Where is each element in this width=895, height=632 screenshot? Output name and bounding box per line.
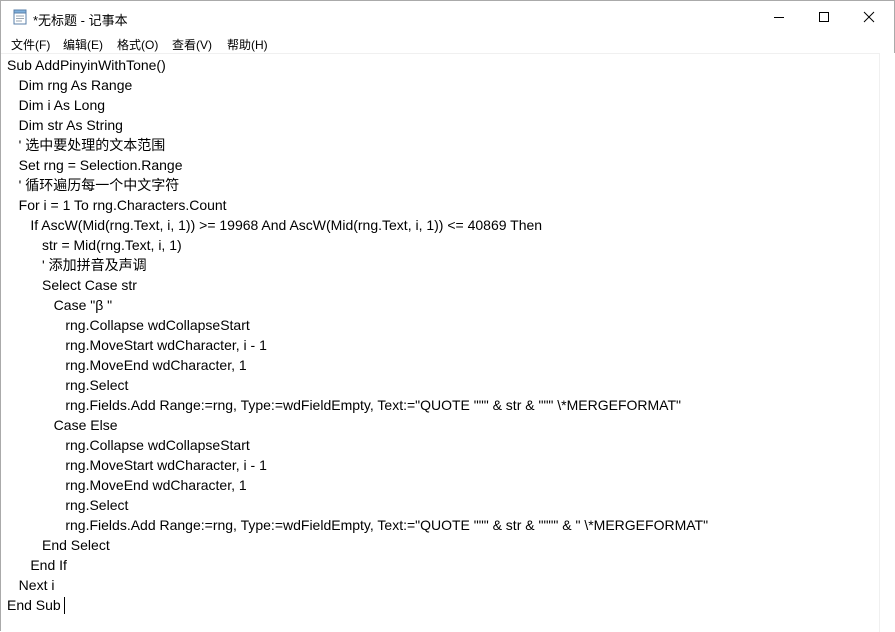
code-line: End If: [7, 557, 67, 573]
minimize-button[interactable]: [756, 1, 802, 33]
code-line: Dim i As Long: [7, 97, 106, 113]
menu-bar: 文件(F) 编辑(E) 格式(O) 查看(V) 帮助(H): [1, 33, 894, 53]
code-line: ' 添加拼音及声调: [7, 257, 147, 273]
code-line: End Select: [7, 537, 110, 553]
code-line: Dim str As String: [7, 117, 123, 133]
code-line: rng.MoveEnd wdCharacter, 1: [7, 477, 247, 493]
code-line: rng.Fields.Add Range:=rng, Type:=wdField…: [7, 397, 681, 413]
code-line: For i = 1 To rng.Characters.Count: [7, 197, 227, 213]
minimize-icon: [774, 17, 784, 18]
vertical-scrollbar[interactable]: [879, 53, 895, 632]
window-title: *无标题 - 记事本: [33, 13, 128, 28]
menu-edit[interactable]: 编辑(E): [63, 36, 103, 53]
menu-help[interactable]: 帮助(H): [227, 36, 268, 53]
text-editor[interactable]: Sub AddPinyinWithTone() Dim rng As Range…: [1, 53, 879, 632]
code-line: ' 循环遍历每一个中文字符: [7, 177, 180, 193]
notepad-icon: [13, 9, 27, 25]
code-line: str = Mid(rng.Text, i, 1): [7, 237, 182, 253]
code-line: Select Case str: [7, 277, 137, 293]
code-line: rng.Collapse wdCollapseStart: [7, 437, 250, 453]
menu-view[interactable]: 查看(V): [172, 36, 212, 53]
code-line: rng.MoveStart wdCharacter, i - 1: [7, 457, 267, 473]
code-line: If AscW(Mid(rng.Text, i, 1)) >= 19968 An…: [7, 217, 543, 233]
code-line: End Sub: [7, 597, 61, 613]
code-line: Next i: [7, 577, 55, 593]
maximize-button[interactable]: [801, 1, 847, 33]
maximize-icon: [819, 12, 829, 22]
code-line: rng.MoveStart wdCharacter, i - 1: [7, 337, 267, 353]
code-line: rng.Fields.Add Range:=rng, Type:=wdField…: [7, 517, 709, 533]
title-bar[interactable]: *无标题 - 记事本: [1, 1, 894, 33]
code-line: Case Else: [7, 417, 118, 433]
code-line: rng.Collapse wdCollapseStart: [7, 317, 250, 333]
code-line: Sub AddPinyinWithTone(): [7, 57, 166, 73]
menu-format[interactable]: 格式(O): [117, 36, 158, 53]
code-line: Case "β ": [7, 297, 113, 313]
close-icon: [863, 11, 875, 23]
close-button[interactable]: [846, 1, 892, 33]
code-line: rng.Select: [7, 497, 129, 513]
code-line: Set rng = Selection.Range: [7, 157, 183, 173]
code-line: ' 选中要处理的文本范围: [7, 137, 166, 153]
menu-file[interactable]: 文件(F): [11, 36, 50, 53]
notepad-window: *无标题 - 记事本 文件(F) 编辑(E) 格式(O) 查看(V) 帮助(H)…: [0, 0, 895, 632]
text-caret: [64, 597, 65, 614]
code-line: rng.Select: [7, 377, 129, 393]
code-line: rng.MoveEnd wdCharacter, 1: [7, 357, 247, 373]
code-line: Dim rng As Range: [7, 77, 133, 93]
